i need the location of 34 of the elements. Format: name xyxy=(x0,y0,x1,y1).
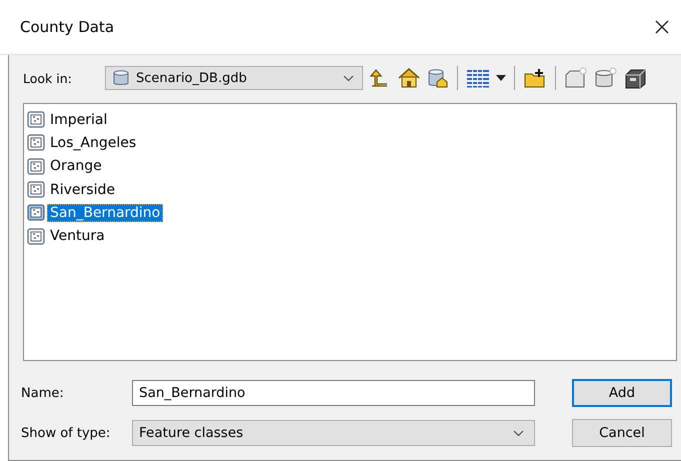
type-dropdown[interactable]: Feature classes xyxy=(132,420,535,446)
feature-class-icon xyxy=(27,158,45,175)
feature-class-icon xyxy=(27,228,45,245)
caret-icon[interactable] xyxy=(496,75,506,81)
type-label: Show of type: xyxy=(21,426,112,440)
feature-class-icon xyxy=(27,111,45,128)
close-icon[interactable] xyxy=(655,20,669,34)
feature-class-icon xyxy=(27,181,45,198)
look-in-dropdown[interactable]: Scenario_DB.gdb xyxy=(105,66,363,90)
database-icon xyxy=(112,69,130,87)
feature-class-item[interactable]: Los_Angeles xyxy=(47,134,140,152)
chevron-down-icon xyxy=(343,74,354,82)
name-label: Name: xyxy=(21,386,65,400)
database-home-icon[interactable] xyxy=(427,67,449,89)
feature-class-item[interactable]: Ventura xyxy=(47,227,108,246)
look-in-label: Look in: xyxy=(23,70,73,86)
chevron-down-icon xyxy=(513,430,524,436)
look-in-value: Scenario_DB.gdb xyxy=(136,70,248,86)
list-view-icon[interactable] xyxy=(466,68,490,88)
home-icon[interactable] xyxy=(397,67,421,89)
new-folder-icon[interactable] xyxy=(523,67,547,89)
feature-class-item[interactable]: San_Bernardino xyxy=(47,204,164,222)
feature-class-item[interactable]: Orange xyxy=(47,157,105,176)
feature-class-icon xyxy=(27,204,45,222)
window-title: County Data xyxy=(20,18,116,36)
feature-class-item[interactable]: Riverside xyxy=(47,180,118,199)
new-file-icon[interactable] xyxy=(564,67,588,89)
add-button[interactable]: Add xyxy=(572,379,672,407)
new-database-icon[interactable] xyxy=(594,67,618,89)
feature-class-item[interactable]: Imperial xyxy=(47,110,110,129)
name-field[interactable]: San_Bernardino xyxy=(132,380,535,406)
feature-class-icon xyxy=(27,134,45,152)
cancel-button[interactable]: Cancel xyxy=(572,419,672,447)
toolbox-icon[interactable] xyxy=(624,67,648,89)
